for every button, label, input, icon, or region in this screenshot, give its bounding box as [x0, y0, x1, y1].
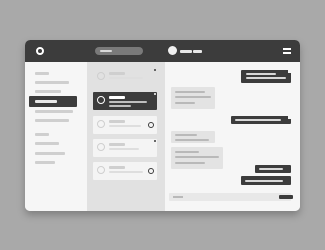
conversation-item[interactable] [93, 68, 157, 86]
conversation-name [109, 166, 125, 169]
send-button[interactable] [279, 195, 293, 199]
message-incoming [171, 147, 223, 169]
search-placeholder [100, 50, 112, 52]
message-incoming [171, 87, 215, 109]
notification-icon[interactable] [148, 122, 154, 128]
sidebar-item[interactable] [29, 157, 77, 168]
conversation-item[interactable] [93, 139, 157, 157]
message-outgoing [241, 176, 291, 185]
conversation-preview [109, 101, 147, 103]
message-input[interactable] [169, 193, 293, 201]
message-outgoing [241, 70, 291, 83]
conversation-name [109, 72, 125, 75]
conversation-preview [109, 171, 143, 173]
top-bar [25, 40, 300, 62]
conversation-name [109, 120, 125, 123]
unread-dot-icon [154, 140, 156, 142]
contact-avatar [97, 120, 105, 128]
hamburger-icon[interactable] [283, 48, 291, 54]
chat-pane [165, 62, 300, 211]
app-window [25, 40, 300, 211]
notification-icon[interactable] [148, 168, 154, 174]
message-outgoing [255, 165, 291, 173]
user-name [180, 50, 192, 53]
user-avatar[interactable] [168, 46, 177, 55]
conversation-item[interactable] [93, 116, 157, 134]
message-outgoing [231, 116, 291, 124]
user-name-secondary [193, 50, 202, 53]
contact-avatar [97, 96, 105, 104]
message-incoming [171, 131, 215, 143]
contact-avatar [97, 166, 105, 174]
unread-dot-icon [154, 93, 156, 95]
conversation-preview [109, 125, 141, 127]
message-corner [288, 70, 291, 73]
conversation-preview [109, 77, 143, 79]
unread-dot-icon [154, 69, 156, 71]
message-corner [288, 116, 291, 119]
sidebar [25, 62, 87, 211]
search-input[interactable] [95, 47, 143, 55]
conversation-item-active[interactable] [93, 92, 157, 110]
conversation-preview [109, 148, 139, 150]
sidebar-item[interactable] [29, 115, 77, 126]
contact-avatar [97, 143, 105, 151]
conversation-name [109, 143, 125, 146]
contact-avatar [97, 72, 105, 80]
conversation-item[interactable] [93, 162, 157, 180]
logo-icon[interactable] [36, 47, 44, 55]
conversation-list [87, 62, 165, 211]
conversation-preview-line [109, 105, 131, 107]
message-input-placeholder [173, 196, 183, 198]
conversation-name [109, 96, 125, 99]
